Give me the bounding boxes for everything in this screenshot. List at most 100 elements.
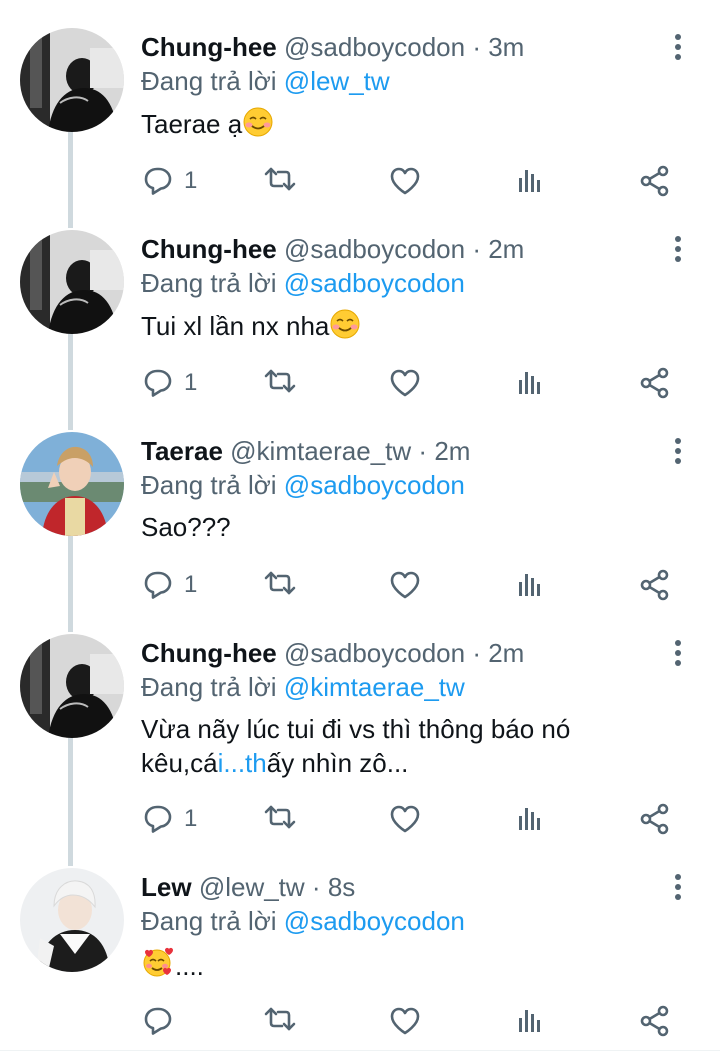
tweet-header: Chung-hee @sadboycodon · 3m [141,31,524,63]
tweet[interactable]: Chung-hee @sadboycodon · 2m Đang trả lời… [0,230,720,410]
tweet[interactable]: Chung-hee @sadboycodon · 2m Đang trả lời… [0,634,720,846]
mention-link[interactable]: @sadboycodon [284,906,465,936]
reply-icon [144,805,172,833]
timestamp[interactable]: 2m [434,436,470,466]
mention-link[interactable]: @lew_tw [284,66,390,96]
action-bar: 1 [0,363,720,403]
more-options-icon[interactable] [664,32,692,62]
tweet[interactable]: Chung-hee @sadboycodon · 3m Đang trả lời… [0,28,720,208]
analytics-button[interactable] [513,565,547,605]
bar-chart-icon [519,808,540,830]
tweet-header: Taerae @kimtaerae_tw · 2m [141,435,470,467]
heart-icon [390,571,420,599]
reply-icon [144,571,172,599]
more-options-icon[interactable] [664,872,692,902]
retweet-button[interactable] [263,1001,297,1041]
text-fragment: ấy nhìn zô... [266,748,409,778]
analytics-button[interactable] [513,161,547,201]
share-icon [640,803,669,835]
share-button[interactable] [638,799,672,839]
tweet-text: Sao??? [141,510,681,544]
bar-chart-icon [519,574,540,596]
user-handle[interactable]: @sadboycodon [284,638,465,668]
highlighted-text[interactable]: i...th [218,748,267,778]
avatar[interactable] [20,230,124,334]
user-handle[interactable]: @kimtaerae_tw [230,436,411,466]
tweet-text: Vừa nãy lúc tui đi vs thì thông báo nó k… [141,712,681,780]
retweet-icon [264,571,296,595]
like-button[interactable] [388,799,422,839]
analytics-button[interactable] [513,799,547,839]
heart-icon [390,369,420,397]
retweet-button[interactable] [263,799,297,839]
separator: · [311,872,321,902]
more-options-icon[interactable] [664,436,692,466]
more-options-icon[interactable] [664,234,692,264]
display-name[interactable]: Chung-hee [141,638,277,668]
bar-chart-icon [519,372,540,394]
avatar[interactable] [20,868,124,972]
separator: · [472,32,481,62]
share-icon [640,165,669,197]
like-button[interactable] [388,363,422,403]
smiling-face-icon [243,107,274,137]
retweet-button[interactable] [263,363,297,403]
replying-to-label: Đang trả lời [141,268,277,298]
separator: · [472,638,481,668]
reply-button[interactable] [142,1001,176,1041]
timestamp[interactable]: 3m [488,32,524,62]
heart-icon [390,1007,420,1035]
tweet-text: Taerae ạ [141,106,681,141]
analytics-button[interactable] [513,363,547,403]
replying-to: Đang trả lời @sadboycodon [141,267,465,299]
avatar[interactable] [20,432,124,536]
mention-link[interactable]: @sadboycodon [284,268,465,298]
user-handle[interactable]: @sadboycodon [284,234,465,264]
share-button[interactable] [638,1001,672,1041]
timestamp[interactable]: 2m [488,234,524,264]
tweet-text-line: kêu,cái...thấy nhìn zô... [141,746,681,780]
tweet-text-line: Vừa nãy lúc tui đi vs thì thông báo nó [141,714,571,744]
timestamp[interactable]: 2m [488,638,524,668]
display-name[interactable]: Chung-hee [141,234,277,264]
action-bar: 1 [0,161,720,201]
reply-icon [144,167,172,195]
retweet-icon [264,369,296,393]
tweet[interactable]: Taerae @kimtaerae_tw · 2m Đang trả lời @… [0,432,720,612]
share-button[interactable] [638,161,672,201]
user-handle[interactable]: @sadboycodon [284,32,465,62]
more-options-icon[interactable] [664,638,692,668]
tweet-text: Tui xl lần nx nha [141,308,681,343]
reply-button[interactable]: 1 [142,565,197,605]
display-name[interactable]: Chung-hee [141,32,277,62]
retweet-button[interactable] [263,161,297,201]
retweet-button[interactable] [263,565,297,605]
user-handle[interactable]: @lew_tw [199,872,305,902]
like-button[interactable] [388,565,422,605]
reply-button[interactable]: 1 [142,161,197,201]
replying-to: Đang trả lời @sadboycodon [141,469,465,501]
mention-link[interactable]: @sadboycodon [284,470,465,500]
display-name[interactable]: Taerae [141,436,223,466]
timestamp[interactable]: 8s [328,872,355,902]
share-button[interactable] [638,363,672,403]
tweet-text-body: Taerae ạ [141,109,243,139]
heart-icon [390,805,420,833]
reply-button[interactable]: 1 [142,799,197,839]
tweet[interactable]: Lew @lew_tw · 8s Đang trả lời @sadboycod… [0,868,720,1048]
mention-link[interactable]: @kimtaerae_tw [284,672,465,702]
like-button[interactable] [388,1001,422,1041]
avatar[interactable] [20,634,124,738]
divider [0,1050,720,1051]
like-button[interactable] [388,161,422,201]
share-button[interactable] [638,565,672,605]
replying-to-label: Đang trả lời [141,672,277,702]
reply-button[interactable]: 1 [142,363,197,403]
share-icon [640,367,669,399]
avatar[interactable] [20,28,124,132]
display-name[interactable]: Lew [141,872,192,902]
separator: · [472,234,481,264]
analytics-button[interactable] [513,1001,547,1041]
smiling-face-icon [330,309,361,339]
tweet-header: Chung-hee @sadboycodon · 2m [141,637,524,669]
